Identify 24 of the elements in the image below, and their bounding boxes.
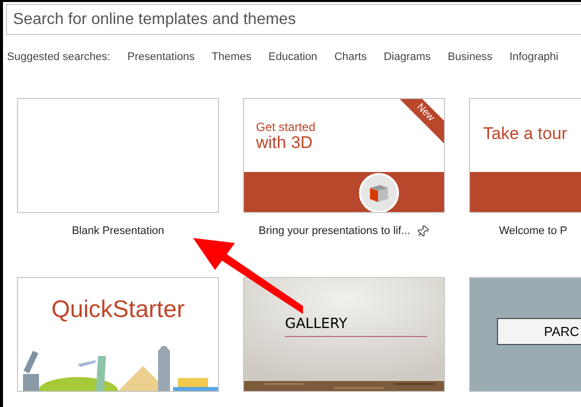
suggestion-link[interactable]: Charts xyxy=(334,49,367,66)
thumbnail-title: GALLERY xyxy=(285,316,348,330)
cube-icon xyxy=(359,172,399,212)
suggestion-link[interactable]: Business xyxy=(448,49,492,66)
template-thumbnail[interactable]: PARC xyxy=(469,276,581,392)
template-caption: Bring your presentations to lif... xyxy=(258,224,410,240)
suggestion-link[interactable]: Infographi xyxy=(509,49,558,66)
template-thumbnail[interactable]: QuickStarter xyxy=(17,276,219,392)
thumbnail-title: with 3D xyxy=(256,134,314,150)
thumbnail-title: QuickStarter xyxy=(50,298,186,322)
template-thumbnail[interactable]: Take a tour xyxy=(469,98,581,212)
suggestion-link[interactable]: Education xyxy=(268,49,318,66)
template-thumbnail[interactable]: GALLERY xyxy=(243,276,445,392)
thumbnail-title: Get started xyxy=(256,120,316,132)
search-field[interactable]: Search for online templates and themes xyxy=(6,4,581,35)
thumbnail-title: PARC xyxy=(544,324,580,338)
template-caption: Blank Presentation xyxy=(72,224,164,240)
blank-thumbnail[interactable] xyxy=(17,98,219,212)
suggestion-link[interactable]: Presentations xyxy=(127,49,195,66)
suggested-label: Suggested searches: xyxy=(7,50,110,65)
template-caption: Welcome to P xyxy=(499,224,568,240)
suggestion-link[interactable]: Diagrams xyxy=(384,49,431,66)
suggestion-link[interactable]: Themes xyxy=(212,49,252,66)
thumbnail-title: Take a tour xyxy=(483,124,568,142)
